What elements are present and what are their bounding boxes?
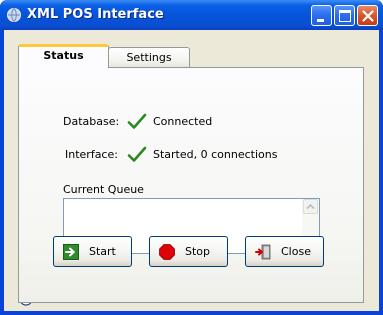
title-bar[interactable]: XML POS Interface: [0, 0, 383, 30]
green-arrow-icon: [63, 244, 79, 260]
globe-icon[interactable]: [6, 7, 22, 23]
database-label: Database:: [63, 115, 120, 128]
checkmark-icon: [127, 146, 147, 162]
chevron-up-icon: [306, 203, 315, 210]
close-button-label: Close: [281, 245, 311, 258]
stop-button-label: Stop: [185, 245, 211, 258]
checkmark-icon: [127, 113, 147, 129]
interface-status-value: Started, 0 connections: [153, 148, 278, 161]
current-queue-label: Current Queue: [63, 183, 144, 196]
minimize-button[interactable]: [311, 5, 332, 26]
scroll-up-button[interactable]: [303, 199, 318, 214]
start-button[interactable]: Start: [53, 236, 132, 267]
close-icon: [362, 10, 374, 22]
exit-door-icon: [255, 244, 271, 260]
stop-button[interactable]: Stop: [149, 236, 228, 267]
status-tab-panel: Database: Connected Interface: Started, …: [18, 67, 364, 303]
stop-sign-icon: [159, 244, 175, 260]
tab-settings[interactable]: Settings: [108, 47, 190, 69]
maximize-icon: [339, 10, 351, 22]
close-button[interactable]: Close: [245, 236, 324, 267]
window-title: XML POS Interface: [27, 7, 164, 22]
minimize-icon: [317, 19, 324, 22]
start-button-label: Start: [89, 245, 116, 258]
window-client-area: Status Settings Database: Connected Inte…: [4, 30, 379, 311]
app-window: XML POS Interface Status Settings Databa…: [0, 0, 383, 315]
database-status-value: Connected: [153, 115, 213, 128]
maximize-button[interactable]: [334, 5, 355, 26]
close-window-button[interactable]: [357, 5, 378, 26]
tab-status[interactable]: Status: [18, 44, 109, 68]
interface-label: Interface:: [65, 148, 118, 161]
